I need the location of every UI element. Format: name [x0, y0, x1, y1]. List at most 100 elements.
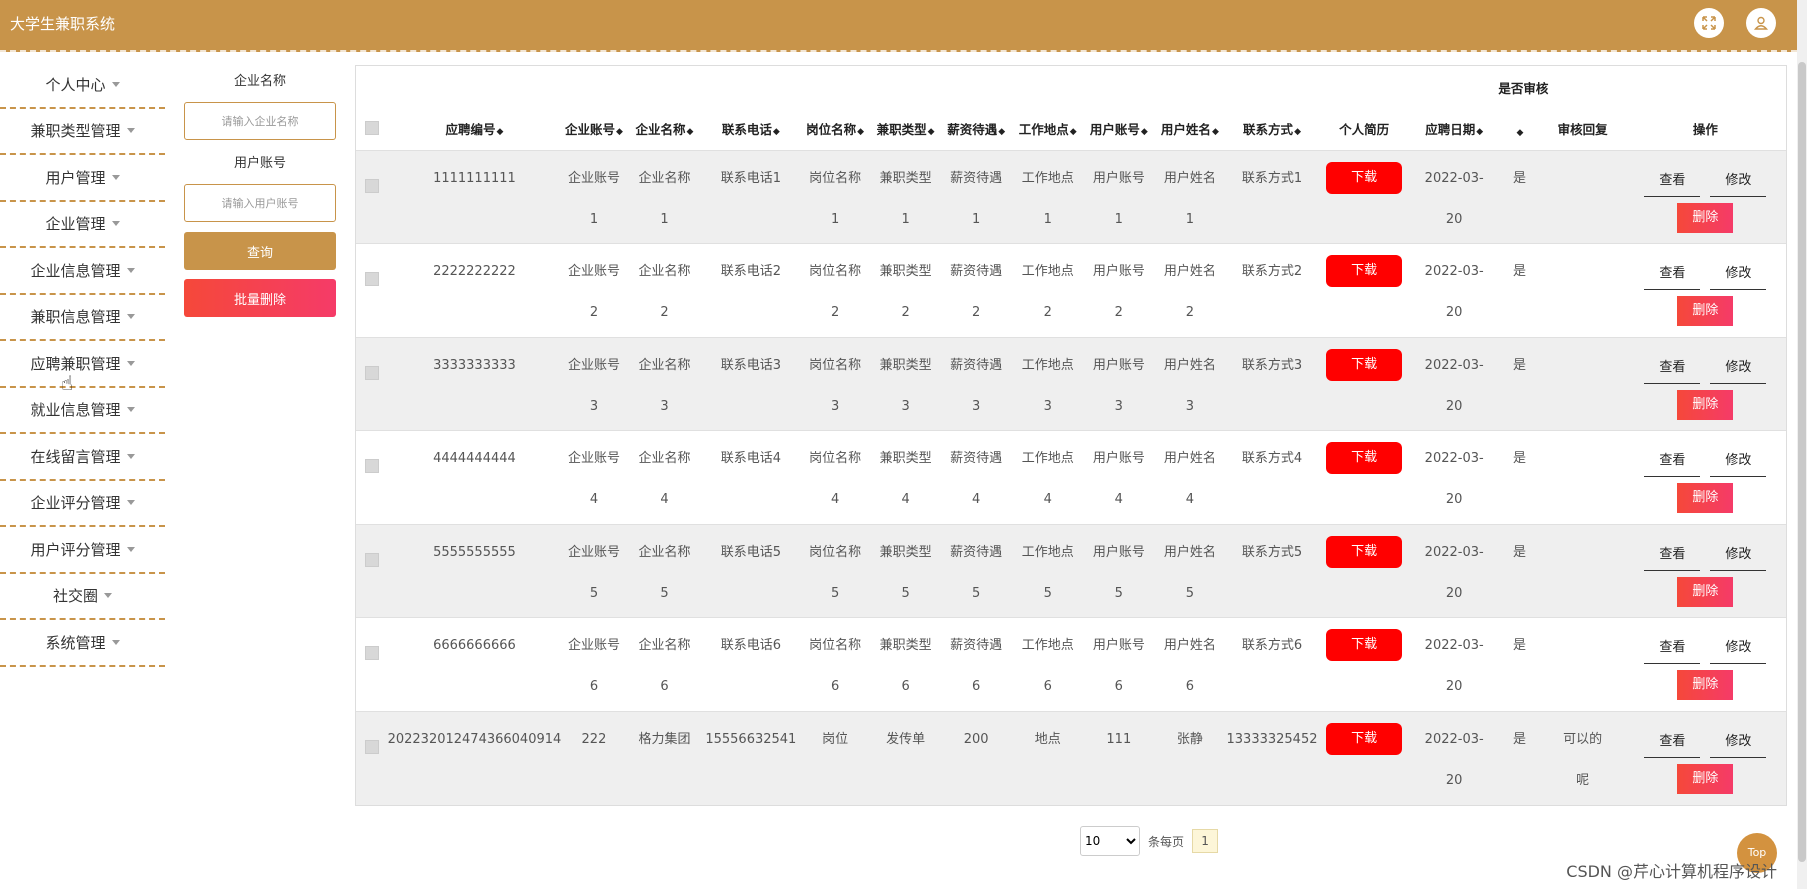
- sort-icon[interactable]: ◆: [773, 127, 780, 137]
- delete-button[interactable]: 删除: [1677, 670, 1734, 700]
- column-header[interactable]: 企业账号◆: [561, 66, 626, 150]
- view-button[interactable]: 查看: [1644, 726, 1701, 758]
- job-name: 5: [830, 585, 840, 601]
- view-button[interactable]: 查看: [1644, 539, 1701, 571]
- view-button[interactable]: 查看: [1644, 352, 1701, 384]
- column-header-label: 兼职类型: [876, 121, 927, 137]
- page-number-button[interactable]: 1: [1192, 829, 1219, 853]
- row-checkbox[interactable]: [364, 272, 379, 286]
- caret-down-icon: [126, 407, 135, 413]
- sort-icon[interactable]: ◆: [496, 127, 503, 137]
- column-header[interactable]: 薪资待遇◆: [940, 66, 1012, 150]
- view-button[interactable]: 查看: [1644, 258, 1701, 290]
- row-checkbox[interactable]: [364, 739, 379, 754]
- column-header[interactable]: 是否审核 ◆: [1498, 66, 1548, 150]
- edit-button[interactable]: 修改: [1710, 726, 1767, 758]
- download-resume-button[interactable]: 下载: [1326, 629, 1403, 661]
- sort-icon[interactable]: ◆: [1517, 128, 1524, 138]
- sidebar-item[interactable]: 社交圈: [0, 574, 165, 620]
- sort-icon[interactable]: ◆: [1212, 127, 1219, 137]
- sidebar-item[interactable]: 兼职信息管理: [0, 295, 165, 341]
- sort-icon[interactable]: ◆: [1476, 127, 1483, 137]
- column-header[interactable]: 联系方式◆: [1226, 66, 1319, 150]
- delete-button[interactable]: 删除: [1677, 763, 1734, 794]
- select-all-checkbox[interactable]: [364, 120, 379, 135]
- edit-button[interactable]: 修改: [1710, 445, 1767, 477]
- column-header[interactable]: 企业名称◆: [627, 66, 703, 150]
- sort-icon[interactable]: ◆: [928, 127, 935, 137]
- caret-down-icon: [126, 128, 135, 134]
- sidebar-item[interactable]: 应聘兼职管理: [0, 341, 165, 388]
- delete-button[interactable]: 删除: [1677, 389, 1734, 420]
- download-resume-button[interactable]: 下载: [1326, 161, 1403, 194]
- fullscreen-icon[interactable]: [1694, 8, 1724, 38]
- user-icon[interactable]: [1746, 8, 1776, 38]
- company-name-input[interactable]: [184, 102, 336, 140]
- view-button[interactable]: 查看: [1644, 632, 1701, 664]
- column-header-label: 联系电话: [721, 121, 772, 137]
- delete-button[interactable]: 删除: [1677, 483, 1734, 513]
- sidebar-item[interactable]: 就业信息管理: [0, 388, 165, 434]
- sort-icon[interactable]: ◆: [616, 127, 623, 137]
- download-resume-button[interactable]: 下载: [1326, 535, 1403, 568]
- sort-icon[interactable]: ◆: [687, 127, 694, 137]
- column-header[interactable]: 应聘日期◆: [1410, 66, 1498, 150]
- edit-button[interactable]: 修改: [1710, 352, 1767, 384]
- application-id: 2222222222: [433, 264, 516, 279]
- sidebar-item[interactable]: 企业管理: [0, 202, 165, 248]
- download-resume-button[interactable]: 下载: [1326, 722, 1403, 755]
- table-row: 3333333333 企业账号 3 企业名称 3 联系电话3 岗位名称 3 兼职类型 3 薪资待遇 3…: [356, 337, 1786, 431]
- job-name: 2: [830, 305, 840, 320]
- caret-down-icon: [126, 267, 135, 273]
- sidebar-item[interactable]: 系统管理: [0, 620, 165, 667]
- page-scrollbar[interactable]: [1797, 0, 1807, 889]
- sidebar-item[interactable]: 用户评分管理: [0, 527, 165, 574]
- column-header[interactable]: 用户账号◆: [1084, 66, 1155, 150]
- query-button[interactable]: 查询: [184, 232, 336, 270]
- user-account-input[interactable]: [184, 184, 336, 222]
- sidebar-item-label: 兼职信息管理: [30, 308, 121, 327]
- page-size-select[interactable]: 10: [1080, 826, 1140, 856]
- sidebar-item[interactable]: 用户管理: [0, 155, 165, 202]
- sidebar-item[interactable]: 兼职类型管理: [0, 109, 165, 155]
- sort-icon[interactable]: ◆: [1294, 127, 1301, 137]
- sidebar-item[interactable]: 个人中心: [0, 62, 165, 109]
- column-header[interactable]: 联系电话◆: [702, 66, 799, 150]
- row-checkbox[interactable]: [364, 459, 379, 473]
- scrollbar-thumb[interactable]: [1798, 62, 1806, 862]
- view-button[interactable]: 查看: [1644, 165, 1701, 197]
- column-header[interactable]: 应聘编号◆: [388, 66, 562, 150]
- column-header[interactable]: 岗位名称◆: [799, 66, 871, 150]
- watermark: CSDN @芹心计算机程序设计: [1566, 862, 1777, 881]
- row-checkbox[interactable]: [364, 646, 379, 660]
- edit-button[interactable]: 修改: [1710, 258, 1767, 290]
- edit-button[interactable]: 修改: [1710, 632, 1767, 664]
- row-checkbox[interactable]: [364, 365, 379, 380]
- job-type: 兼职类型: [879, 451, 932, 466]
- column-header[interactable]: 工作地点◆: [1012, 66, 1084, 150]
- company-account: 1: [589, 211, 599, 227]
- download-resume-button[interactable]: 下载: [1326, 348, 1403, 381]
- download-resume-button[interactable]: 下载: [1326, 255, 1403, 287]
- view-button[interactable]: 查看: [1644, 445, 1701, 477]
- sort-icon[interactable]: ◆: [998, 127, 1005, 137]
- sidebar-item[interactable]: 在线留言管理: [0, 434, 165, 481]
- download-resume-button[interactable]: 下载: [1326, 442, 1403, 474]
- sidebar-item[interactable]: 企业评分管理: [0, 481, 165, 527]
- column-header[interactable]: 兼职类型◆: [871, 66, 940, 150]
- company-account: 企业账号: [567, 451, 620, 466]
- row-checkbox[interactable]: [364, 178, 379, 193]
- batch-delete-button[interactable]: 批量删除: [184, 279, 336, 317]
- table-row: 5555555555 企业账号 5 企业名称 5 联系电话5 岗位名称 5 兼职类型 5 薪资待遇 5…: [356, 524, 1786, 618]
- edit-button[interactable]: 修改: [1710, 539, 1767, 571]
- sort-icon[interactable]: ◆: [1141, 127, 1148, 137]
- delete-button[interactable]: 删除: [1677, 576, 1734, 607]
- delete-button[interactable]: 删除: [1677, 202, 1734, 233]
- delete-button[interactable]: 删除: [1677, 296, 1734, 326]
- edit-button[interactable]: 修改: [1710, 165, 1767, 197]
- column-header[interactable]: 用户姓名◆: [1154, 66, 1226, 150]
- sidebar-item[interactable]: 企业信息管理: [0, 248, 165, 295]
- row-checkbox[interactable]: [364, 552, 379, 567]
- sort-icon[interactable]: ◆: [857, 127, 864, 137]
- sort-icon[interactable]: ◆: [1070, 127, 1077, 137]
